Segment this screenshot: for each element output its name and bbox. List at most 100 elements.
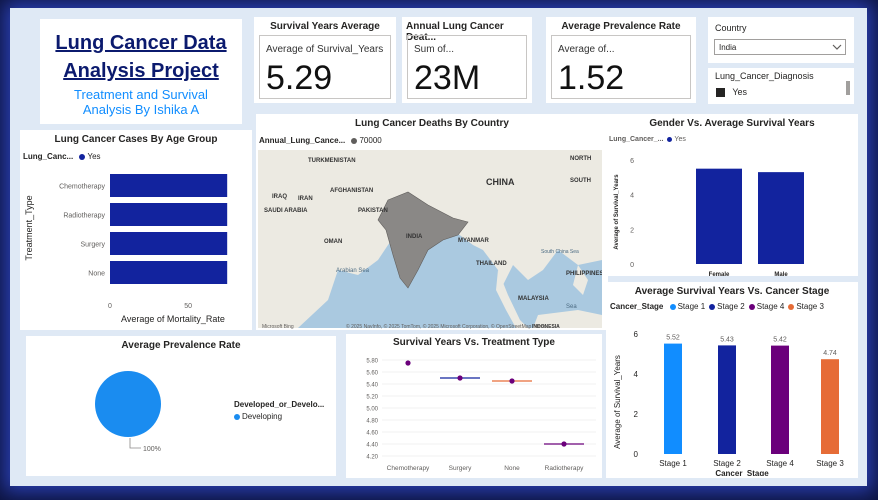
map-label-china: CHINA (486, 177, 515, 187)
chevron-down-icon (832, 44, 842, 50)
pie-slice-developing[interactable] (95, 371, 161, 437)
treat-point[interactable] (509, 378, 515, 384)
legend-dot-icon (79, 153, 86, 160)
stage-data-label: 5.52 (666, 335, 680, 342)
chart-legend: Developed_or_Develo... Developing (234, 400, 324, 421)
legend-value: Yes (87, 152, 101, 161)
stage-bar[interactable] (718, 345, 736, 454)
treat-point[interactable] (457, 375, 463, 381)
treat-x-tick: Surgery (449, 465, 473, 472)
legend-item[interactable]: Stage 4 (748, 302, 785, 311)
legend-label: Stage 1 (677, 302, 706, 311)
age-bar[interactable] (110, 261, 228, 284)
legend-label: Stage 3 (796, 302, 824, 311)
legend-field: Annual_Lung_Cance... (259, 136, 346, 145)
kpi-value: 1.52 (558, 59, 625, 97)
legend-field: Developed_or_Develo... (234, 400, 325, 409)
map-label-myanmar: MYANMAR (458, 238, 489, 244)
kpi-card-survival[interactable]: Survival Years Average Average of Surviv… (254, 17, 396, 103)
stage-bar[interactable] (821, 359, 839, 454)
map-label-north: NORTH (570, 156, 591, 162)
country-slicer-label: Country (715, 23, 747, 33)
kpi-card-prevalence[interactable]: Average Prevalence Rate Average of... 1.… (546, 17, 696, 103)
stage-y-tick: 2 (634, 410, 639, 419)
age-bar[interactable] (110, 232, 228, 255)
kpi-inner: Average of... 1.52 (551, 35, 691, 99)
treat-y-tick: 4.20 (366, 455, 378, 461)
diagnosis-slicer: Lung_Cancer_Diagnosis Yes (708, 68, 854, 104)
map-label-oman: OMAN (324, 239, 342, 245)
age-bar[interactable] (110, 203, 228, 226)
legend-value: Developing (242, 412, 283, 421)
prevalence-pie-chart[interactable]: Average Prevalence Rate 100% Developed_o… (26, 336, 336, 476)
legend-item[interactable]: Stage 1 (669, 302, 706, 311)
age-y-axis-label: Treatment_Type (24, 195, 34, 260)
legend-field: Lung_Cancer_... (609, 136, 664, 143)
stage-bar[interactable] (771, 345, 789, 454)
diagnosis-option-label: Yes (732, 87, 748, 97)
gender-chart[interactable]: Gender Vs. Average Survival Years Lung_C… (606, 114, 858, 276)
stage-chart[interactable]: Average Survival Years Vs. Cancer Stage … (606, 282, 858, 478)
country-dropdown[interactable]: India (714, 39, 846, 55)
kpi-value: 5.29 (266, 59, 333, 97)
title-card: Lung Cancer Data Analysis Project Treatm… (40, 19, 242, 124)
slicer-scrollbar[interactable] (846, 81, 850, 95)
gender-bar[interactable] (758, 172, 804, 264)
chart-title: Lung Cancer Cases By Age Group (54, 134, 218, 145)
treat-y-tick: 5.60 (366, 371, 378, 377)
kpi-card-deaths[interactable]: Annual Lung Cancer Deat... Sum of... 23M (402, 17, 532, 103)
report-subtitle: Treatment and Survival Analysis By Ishik… (40, 87, 242, 117)
gender-plot: 6 4 2 0 Female Male Average of Survival_Years (614, 158, 804, 276)
bing-label: Microsoft Bing (262, 324, 294, 330)
stage-data-label: 5.43 (720, 336, 734, 343)
kpi-inner: Average of Survival_Years 5.29 (259, 35, 391, 99)
treat-point[interactable] (561, 441, 567, 447)
stage-x-axis-label: Cancer_Stage (715, 469, 769, 476)
treat-y-tick: 5.40 (366, 383, 378, 389)
kpi-value: 23M (414, 59, 481, 97)
legend-label: Stage 4 (756, 302, 785, 311)
treat-y-tick: 4.60 (366, 431, 378, 437)
legend-dot-icon (788, 303, 795, 310)
dashboard-canvas: Lung Cancer Data Analysis Project Treatm… (10, 8, 867, 486)
diagnosis-slicer-label: Lung_Cancer_Diagnosis (715, 71, 814, 81)
gender-y-tick: 6 (630, 158, 634, 165)
age-tick-label: Chemotherapy (59, 184, 105, 191)
stage-x-tick: Stage 3 (816, 459, 844, 468)
world-map[interactable]: TURKMENISTAN AFGHANISTAN IRAQ IRAN PAKISTAN S… (258, 150, 602, 328)
stage-y-axis-label: Average of Survival_Years (613, 355, 622, 449)
checkbox-checked-icon (716, 88, 725, 98)
chart-title: Gender Vs. Average Survival Years (649, 118, 815, 129)
kpi-title: Average Prevalence Rate (561, 21, 681, 32)
kpi-inner: Sum of... 23M (407, 35, 527, 99)
stage-y-tick: 0 (634, 450, 639, 459)
legend-field: Lung_Canc... (23, 152, 74, 161)
diagnosis-option-yes[interactable]: Yes (716, 87, 748, 98)
pie-leader-line (129, 438, 141, 449)
deaths-map-card[interactable]: Lung Cancer Deaths By Country Annual_Lun… (256, 114, 608, 330)
gender-bar[interactable] (696, 168, 742, 264)
stage-y-tick: 6 (634, 330, 639, 339)
legend-dot-icon (351, 137, 358, 144)
legend-value: Yes (674, 136, 686, 143)
legend-item[interactable]: Developing (234, 412, 324, 421)
treatment-chart[interactable]: Survival Years Vs. Treatment Type 5.80 5.… (346, 334, 602, 478)
map-label-iran: IRAN (298, 196, 313, 202)
age-group-chart[interactable]: Lung Cancer Cases By Age Group Lung_Canc… (20, 130, 252, 330)
map-label-iraq: IRAQ (272, 194, 287, 200)
stage-bar[interactable] (664, 343, 682, 454)
legend-dot-icon (667, 136, 673, 142)
age-bar[interactable] (110, 174, 228, 197)
treat-point[interactable] (405, 360, 411, 366)
subtitle-line-1: Treatment and Survival (74, 87, 208, 102)
treatment-plot: 5.80 5.60 5.40 5.20 5.00 4.80 4.60 4.40 4.20 Chem… (366, 359, 596, 472)
chart-title: Average Prevalence Rate (121, 340, 241, 351)
legend-label: Stage 2 (717, 302, 745, 311)
legend-item[interactable]: Stage 3 (788, 302, 824, 311)
report-title: Lung Cancer Data Analysis Project (40, 29, 242, 85)
kpi-label: Average of... (558, 44, 615, 55)
pie-plot: 100% (95, 371, 161, 453)
legend-item[interactable]: Stage 2 (709, 302, 745, 311)
title-line-2: Analysis Project (63, 60, 219, 82)
map-label-afghanistan: AFGHANISTAN (330, 188, 373, 194)
